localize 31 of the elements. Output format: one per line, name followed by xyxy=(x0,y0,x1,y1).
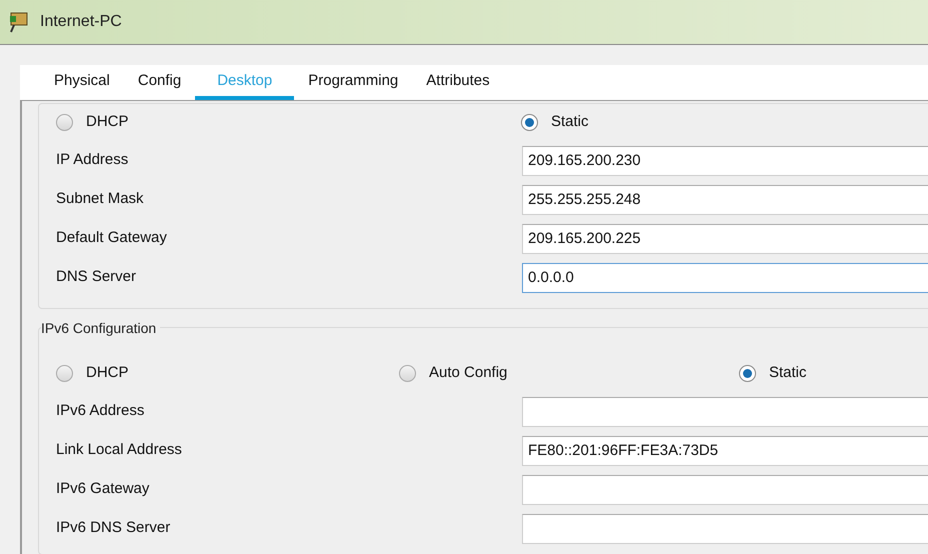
radio-label: Static xyxy=(551,112,589,132)
radio-button[interactable] xyxy=(739,365,756,382)
tab[interactable]: Config xyxy=(124,67,196,100)
input-field[interactable] xyxy=(522,514,928,544)
tab[interactable]: Physical xyxy=(40,67,124,100)
radio-button[interactable] xyxy=(56,114,73,131)
field-label: IPv6 Gateway xyxy=(56,479,150,500)
radio-label: DHCP xyxy=(86,363,129,384)
input-field[interactable]: 255.255.255.248 xyxy=(522,184,928,214)
field-label: IP Address xyxy=(56,150,130,170)
field-label: Link Local Address xyxy=(56,440,183,460)
input-field[interactable]: 0.0.0.0 xyxy=(522,262,928,292)
tab[interactable]: Attributes xyxy=(412,67,504,100)
radio-label: Static xyxy=(769,363,807,384)
input-field[interactable]: FE80::201:96FF:FE3A:73D5 xyxy=(522,436,928,466)
input-field[interactable]: 209.165.200.225 xyxy=(522,224,928,254)
radio-button[interactable] xyxy=(56,365,73,382)
input-field[interactable] xyxy=(522,396,928,426)
window-title: Internet-PC xyxy=(40,12,122,32)
radio-button[interactable] xyxy=(521,114,538,131)
field-label: Default Gateway xyxy=(56,228,168,248)
input-field[interactable] xyxy=(522,474,928,504)
field-label: IPv6 Address xyxy=(56,401,146,422)
input-field[interactable]: 209.165.200.230 xyxy=(522,146,928,176)
radio-button[interactable] xyxy=(399,365,416,382)
field-label: DNS Server xyxy=(56,267,138,288)
radio-label: DHCP xyxy=(86,112,129,132)
field-label: IPv6 DNS Server xyxy=(56,518,172,538)
radio-label: Auto Config xyxy=(429,363,508,384)
field-label: Subnet Mask xyxy=(56,189,145,210)
tab[interactable]: Programming xyxy=(294,67,412,100)
